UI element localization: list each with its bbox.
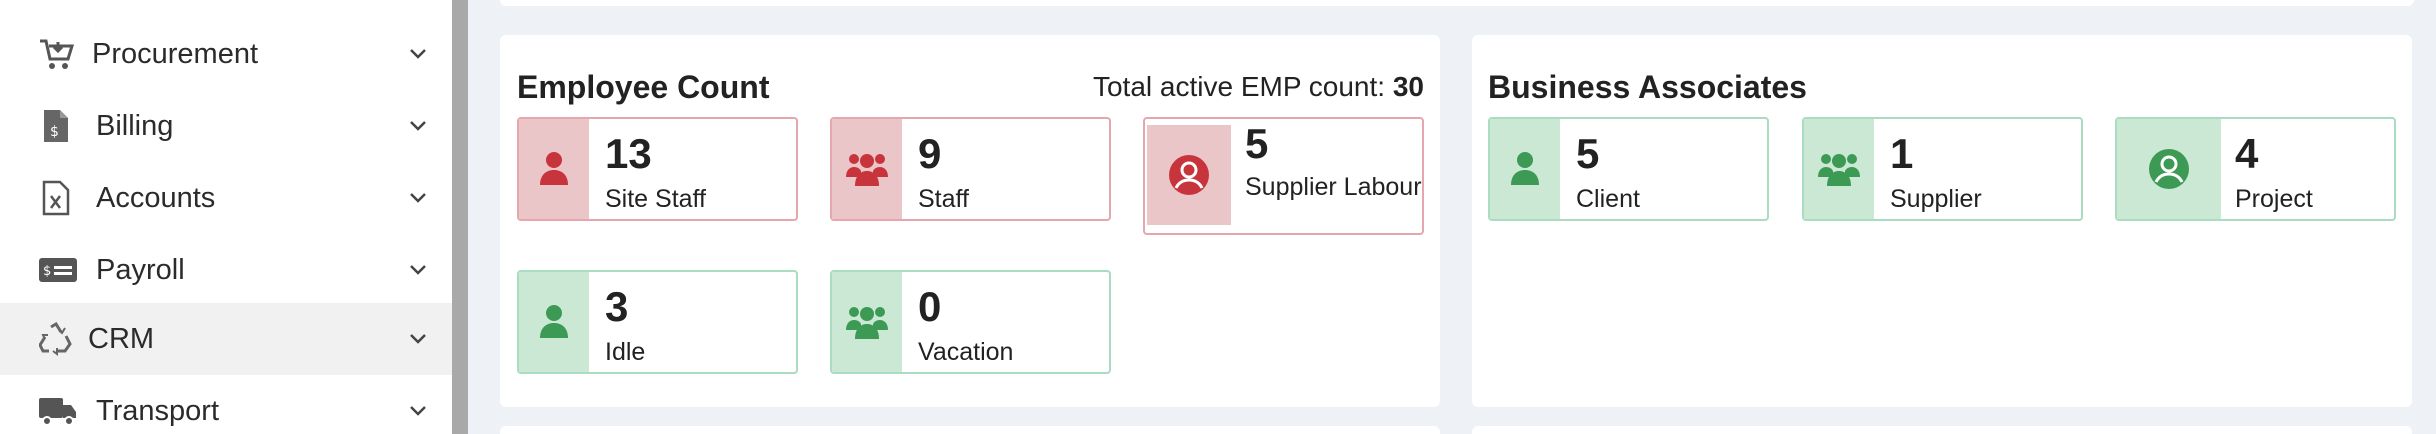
- recycle-icon: [36, 319, 76, 359]
- stat-card-site-staff[interactable]: 13 Site Staff: [517, 117, 798, 221]
- sidebar-item-procurement[interactable]: Procurement: [0, 18, 452, 90]
- employee-count-panel: Employee Count Total active EMP count: 3…: [500, 35, 1440, 407]
- invoice-dollar-icon: $: [36, 106, 76, 146]
- stat-value: 9: [918, 130, 942, 177]
- chevron-down-icon: [404, 184, 432, 212]
- users-group-icon: [1804, 119, 1874, 219]
- dashboard-page: Procurement $ Billing Accounts $ Payroll: [0, 0, 2436, 434]
- business-associates-panel: Business Associates 5 Client 1 Supplier …: [1472, 35, 2412, 407]
- bottom-panel-edge-left: [500, 426, 1440, 434]
- stat-value: 5: [1576, 130, 1600, 177]
- sidebar-item-label: Transport: [96, 394, 220, 427]
- chevron-down-icon: [404, 325, 432, 353]
- sidebar-item-label: CRM: [88, 322, 155, 355]
- stat-value: 1: [1890, 130, 1914, 177]
- stat-value: 4: [2235, 130, 2259, 177]
- sidebar: Procurement $ Billing Accounts $ Payroll: [0, 0, 452, 434]
- total-active-count: Total active EMP count: 30: [1093, 71, 1424, 103]
- chevron-down-icon: [404, 112, 432, 140]
- stat-card-idle[interactable]: 3 Idle: [517, 270, 798, 374]
- sidebar-item-billing[interactable]: $ Billing: [0, 90, 452, 162]
- stat-value: 5: [1245, 120, 1269, 167]
- stat-label: Supplier: [1890, 185, 1982, 213]
- stat-label: Project: [2235, 185, 2313, 213]
- sidebar-scrollbar[interactable]: [452, 0, 468, 434]
- stat-card-client[interactable]: 5 Client: [1488, 117, 1769, 221]
- chevron-down-icon: [404, 397, 432, 425]
- sidebar-item-crm[interactable]: CRM: [0, 303, 452, 375]
- stat-label: Staff: [918, 185, 969, 213]
- user-icon: [1490, 119, 1560, 219]
- users-group-icon: [832, 272, 902, 372]
- stat-label: Site Staff: [605, 185, 706, 213]
- total-active-value: 30: [1392, 71, 1424, 102]
- chevron-down-icon: [404, 40, 432, 68]
- user-icon: [519, 272, 589, 372]
- stat-card-supplier[interactable]: 1 Supplier: [1802, 117, 2083, 221]
- sidebar-item-label: Accounts: [96, 181, 216, 214]
- stat-value: 0: [918, 283, 942, 330]
- svg-text:$: $: [43, 264, 51, 279]
- user-icon: [519, 119, 589, 219]
- stat-value: 13: [605, 130, 652, 177]
- stat-value: 3: [605, 283, 629, 330]
- bottom-panel-edge-right: [1472, 426, 2412, 434]
- stat-label: Idle: [605, 338, 646, 366]
- top-panel-edge: [500, 0, 2414, 6]
- sidebar-item-accounts[interactable]: Accounts: [0, 162, 452, 234]
- sidebar-item-payroll[interactable]: $ Payroll: [0, 234, 452, 306]
- sidebar-item-label: Billing: [96, 109, 174, 142]
- cart-download-icon: [36, 34, 76, 74]
- sidebar-item-label: Payroll: [96, 253, 185, 286]
- user-circle-icon: [1147, 125, 1231, 225]
- stat-label: Supplier Labour: [1245, 173, 1422, 201]
- excel-file-icon: [36, 178, 76, 218]
- money-bill-icon: $: [36, 250, 80, 290]
- sidebar-item-transport[interactable]: Transport: [0, 375, 452, 434]
- stat-label: Vacation: [918, 338, 1014, 366]
- stat-card-staff[interactable]: 9 Staff: [830, 117, 1111, 221]
- users-group-icon: [832, 119, 902, 219]
- svg-text:$: $: [50, 124, 59, 140]
- truck-icon: [36, 391, 80, 431]
- chevron-down-icon: [404, 256, 432, 284]
- stat-card-vacation[interactable]: 0 Vacation: [830, 270, 1111, 374]
- sidebar-item-label: Procurement: [92, 37, 259, 70]
- stat-card-supplier-labour[interactable]: 5 Supplier Labour: [1143, 117, 1424, 235]
- user-circle-icon: [2117, 119, 2221, 219]
- total-active-label: Total active EMP count:: [1092, 71, 1386, 102]
- stat-label: Client: [1576, 185, 1640, 213]
- stat-card-project[interactable]: 4 Project: [2115, 117, 2396, 221]
- panel-title: Business Associates: [1488, 69, 1807, 105]
- panel-title: Employee Count: [517, 69, 770, 105]
